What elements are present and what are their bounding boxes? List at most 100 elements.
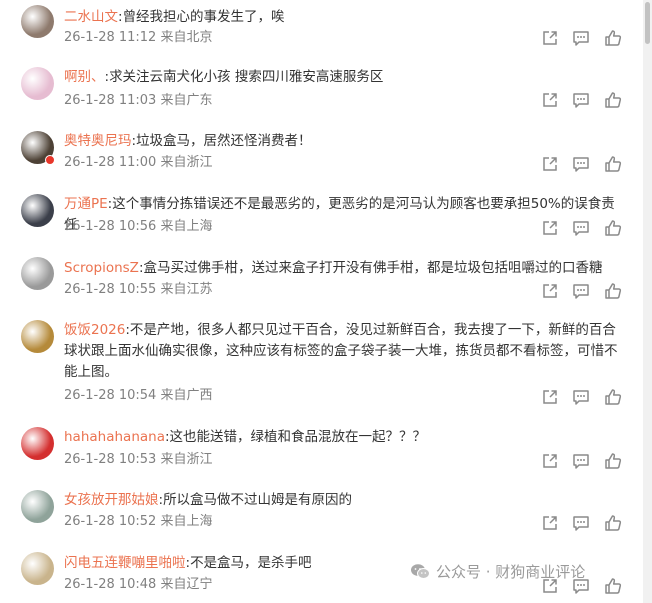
share-button[interactable] — [541, 282, 559, 300]
like-icon — [604, 155, 622, 173]
like-icon — [604, 29, 622, 47]
comment-username[interactable]: hahahahanana — [64, 429, 165, 445]
comment-text: 饭饭2026:不是产地，很多人都只见过干百合，没见过新鲜百合，我去搜了一下，新鲜… — [64, 320, 624, 383]
comment-location: 来自上海 — [160, 514, 213, 529]
comment-icon — [572, 155, 590, 173]
comment-location: 来自浙江 — [160, 155, 213, 170]
reply-button[interactable] — [572, 91, 590, 109]
comment-date: 26-1-28 10:48 — [64, 577, 157, 592]
comment-icon — [572, 91, 590, 109]
comment-body: 不是产地，很多人都只见过干百合，没见过新鲜百合，我去搜了一下，新鲜的百合球状跟上… — [64, 322, 618, 380]
reply-button[interactable] — [572, 155, 590, 173]
comment-date: 26-1-28 10:52 — [64, 514, 157, 529]
comment-text: hahahahanana:这也能送错，绿植和食品混放在一起？？？ — [64, 427, 624, 448]
comment-username[interactable]: 奥特奥尼玛 — [64, 133, 132, 149]
comment-body: 曾经我担心的事发生了，唉 — [122, 9, 285, 25]
comment-text: 啊别、:求关注云南犬化小孩 搜索四川雅安高速服务区 — [64, 67, 624, 88]
comment-body: 所以盒马做不过山姆是有原因的 — [163, 492, 353, 508]
comment-username[interactable]: 二水山文 — [64, 9, 118, 25]
share-icon — [541, 219, 559, 237]
scrollbar[interactable] — [643, 0, 652, 603]
reply-button[interactable] — [572, 388, 590, 406]
wechat-icon — [410, 563, 430, 585]
comment-date: 26-1-28 10:53 — [64, 452, 157, 467]
like-icon — [604, 452, 622, 470]
avatar[interactable] — [21, 5, 54, 38]
comment-icon — [572, 282, 590, 300]
share-button[interactable] — [541, 388, 559, 406]
like-button[interactable] — [604, 577, 622, 595]
comment-username[interactable]: 啊别、 — [64, 69, 105, 85]
watermark: 公众号 · 财狗商业评论 — [410, 562, 585, 585]
comment-body: 盒马买过佛手柑，送过来盒子打开没有佛手柑，都是垃圾包括咀嚼过的口香糖 — [143, 260, 603, 276]
comment-icon — [572, 219, 590, 237]
like-button[interactable] — [604, 155, 622, 173]
comment-actions — [541, 514, 622, 532]
like-button[interactable] — [604, 219, 622, 237]
like-icon — [604, 514, 622, 532]
comment-date: 26-1-28 10:54 — [64, 388, 157, 403]
comment-date: 26-1-28 11:12 — [64, 30, 157, 45]
comment-text: 女孩放开那姑娘:所以盒马做不过山姆是有原因的 — [64, 490, 624, 511]
comment-meta: 26-1-28 11:00 来自浙江 — [64, 155, 213, 171]
avatar[interactable] — [21, 320, 54, 353]
comment-location: 来自辽宁 — [160, 577, 213, 592]
reply-button[interactable] — [572, 29, 590, 47]
comment-username[interactable]: 闪电五连鞭嘣里啪啦 — [64, 555, 186, 571]
watermark-text: 公众号 · 财狗商业评论 — [436, 563, 586, 581]
comment-meta: 26-1-28 10:54 来自广西 — [64, 388, 213, 404]
reply-button[interactable] — [572, 452, 590, 470]
avatar[interactable] — [21, 552, 54, 585]
like-button[interactable] — [604, 388, 622, 406]
like-button[interactable] — [604, 282, 622, 300]
comment-body: 不是盒马，是杀手吧 — [190, 555, 312, 571]
avatar[interactable] — [21, 67, 54, 100]
comment-location: 来自北京 — [160, 30, 213, 45]
like-button[interactable] — [604, 91, 622, 109]
like-button[interactable] — [604, 514, 622, 532]
comment-username[interactable]: 女孩放开那姑娘 — [64, 492, 159, 508]
comment-meta: 26-1-28 10:48 来自辽宁 — [64, 577, 213, 593]
share-button[interactable] — [541, 514, 559, 532]
comment-icon — [572, 452, 590, 470]
comment-meta: 26-1-28 10:52 来自上海 — [64, 514, 213, 530]
reply-button[interactable] — [572, 219, 590, 237]
comment-meta: 26-1-28 10:55 来自江苏 — [64, 282, 213, 298]
comment-username[interactable]: ScropionsZ — [64, 260, 139, 276]
share-icon — [541, 29, 559, 47]
comment-location: 来自江苏 — [160, 282, 213, 297]
reply-button[interactable] — [572, 514, 590, 532]
share-button[interactable] — [541, 452, 559, 470]
share-icon — [541, 514, 559, 532]
comment-actions — [541, 91, 622, 109]
avatar[interactable] — [21, 427, 54, 460]
avatar[interactable] — [21, 257, 54, 290]
comment-meta: 26-1-28 11:12 来自北京 — [64, 30, 213, 46]
comment-text: ScropionsZ:盒马买过佛手柑，送过来盒子打开没有佛手柑，都是垃圾包括咀嚼… — [64, 258, 624, 279]
comment-actions — [541, 452, 622, 470]
like-icon — [604, 219, 622, 237]
share-button[interactable] — [541, 219, 559, 237]
comment-date: 26-1-28 10:55 — [64, 282, 157, 297]
avatar[interactable] — [21, 194, 54, 227]
share-button[interactable] — [541, 155, 559, 173]
avatar[interactable] — [21, 490, 54, 523]
verified-badge-icon — [45, 155, 55, 165]
reply-button[interactable] — [572, 282, 590, 300]
comment-date: 26-1-28 10:56 — [64, 219, 157, 234]
comment-location: 来自上海 — [160, 219, 213, 234]
comment-actions — [541, 29, 622, 47]
share-button[interactable] — [541, 29, 559, 47]
comment-username[interactable]: 万通PE — [64, 196, 108, 212]
comment-username[interactable]: 饭饭2026 — [64, 322, 125, 338]
comment-meta: 26-1-28 10:56 来自上海 — [64, 219, 213, 235]
like-button[interactable] — [604, 452, 622, 470]
share-icon — [541, 452, 559, 470]
comment-actions — [541, 388, 622, 406]
comment-date: 26-1-28 11:03 — [64, 93, 157, 108]
scrollbar-thumb[interactable] — [645, 2, 650, 44]
like-button[interactable] — [604, 29, 622, 47]
like-icon — [604, 282, 622, 300]
share-icon — [541, 91, 559, 109]
share-button[interactable] — [541, 91, 559, 109]
